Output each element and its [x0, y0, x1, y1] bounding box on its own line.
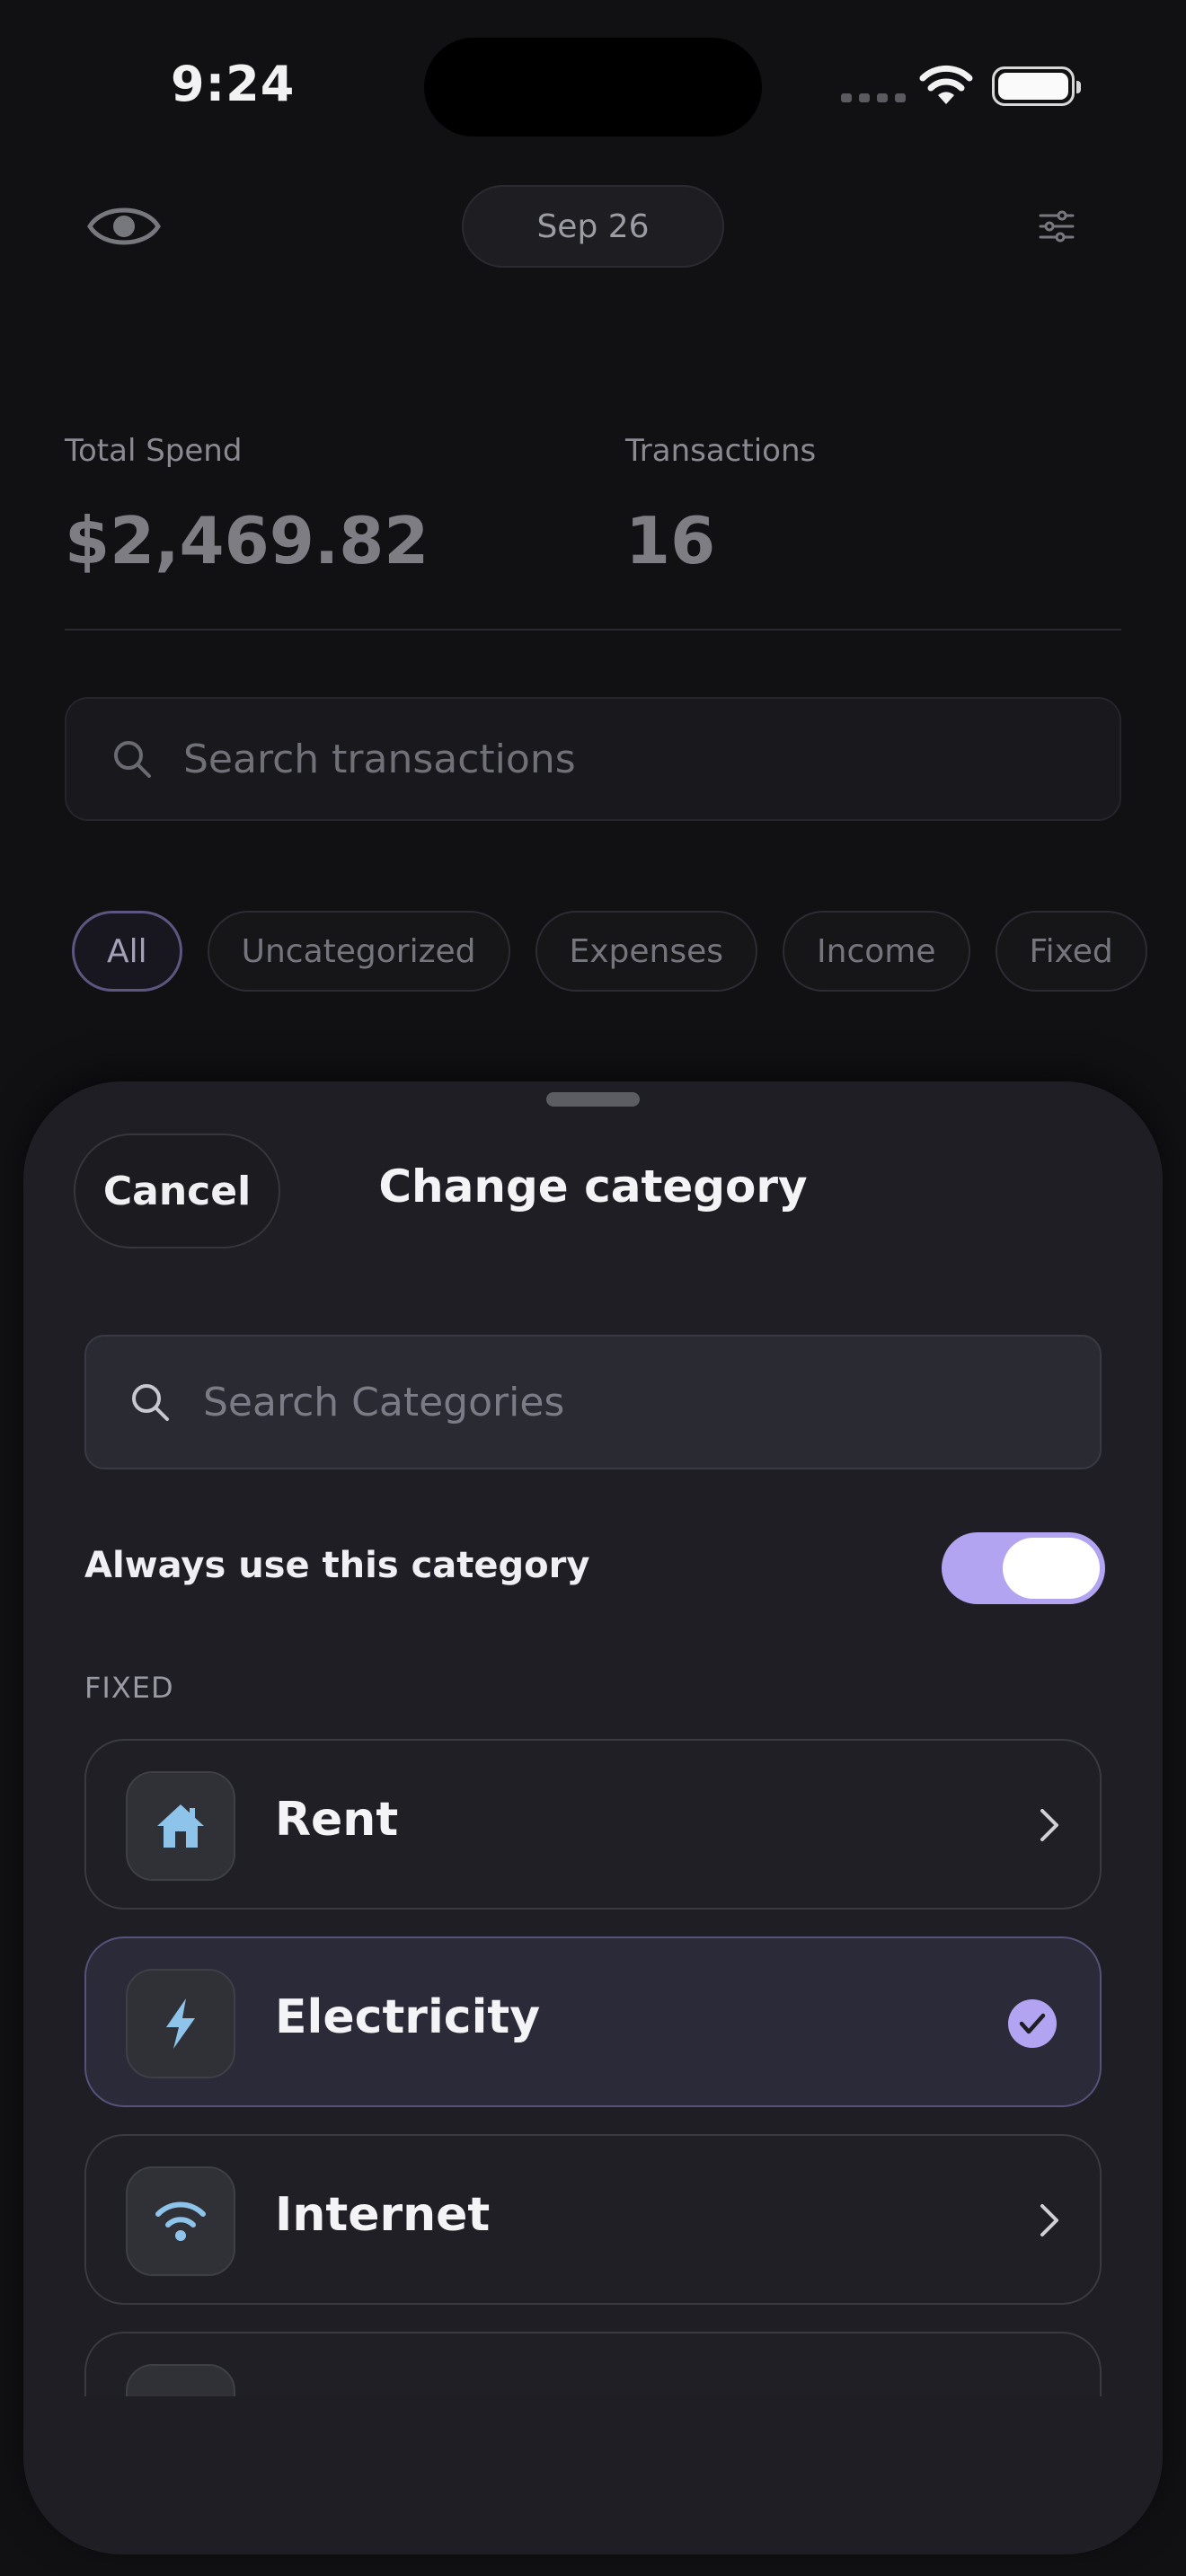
category-name: Internet — [275, 2188, 491, 2242]
status-time: 9:24 — [171, 56, 296, 112]
category-row-electricity[interactable]: Electricity — [84, 1936, 1102, 2107]
category-name: Rent — [275, 1793, 399, 1847]
house-icon — [126, 1771, 235, 1881]
sheet-bottom-mask — [23, 2396, 1163, 2554]
search-icon — [132, 1384, 169, 1421]
transactions-label: Transactions — [625, 433, 817, 469]
total-spend-value: $2,469.82 — [65, 503, 429, 578]
chip-expenses[interactable]: Expenses — [535, 911, 758, 992]
chevron-right-icon — [1040, 1809, 1058, 1841]
battery-icon — [992, 66, 1081, 106]
cancel-button[interactable]: Cancel — [74, 1134, 280, 1248]
section-label-fixed: FIXED — [84, 1671, 174, 1705]
total-spend-label: Total Spend — [65, 433, 243, 469]
category-search-input[interactable]: Search Categories — [84, 1335, 1102, 1469]
dynamic-island — [424, 38, 762, 137]
cellular-signal-icon — [841, 93, 906, 102]
always-use-toggle[interactable] — [942, 1532, 1105, 1604]
chip-all[interactable]: All — [72, 911, 182, 992]
transaction-search-input[interactable]: Search transactions — [65, 697, 1121, 821]
screen: 9:24 Sep 26 Total Spend $2,469.82 Transa… — [0, 0, 1186, 2576]
category-row-internet[interactable]: Internet — [84, 2134, 1102, 2305]
always-use-label: Always use this category — [84, 1545, 590, 1586]
search-placeholder: Search transactions — [183, 736, 576, 782]
chip-income[interactable]: Income — [783, 911, 970, 992]
toggle-knob — [1003, 1538, 1100, 1599]
chevron-right-icon — [1040, 2204, 1058, 2236]
chip-uncategorized[interactable]: Uncategorized — [207, 911, 510, 992]
chip-fixed[interactable]: Fixed — [995, 911, 1147, 992]
wifi-status-icon — [919, 65, 973, 104]
transactions-value: 16 — [625, 503, 716, 578]
bolt-icon — [126, 1969, 235, 2078]
category-name: Electricity — [275, 1990, 541, 2044]
divider — [65, 629, 1121, 631]
wifi-icon — [126, 2166, 235, 2276]
checkmark-icon — [1008, 1999, 1057, 2048]
sheet-grabber[interactable] — [546, 1092, 640, 1107]
sliders-icon[interactable] — [1039, 208, 1075, 244]
filter-chips: All Uncategorized Expenses Income Fixed — [72, 911, 1147, 992]
eye-icon[interactable] — [86, 199, 162, 253]
change-category-sheet: Change category Cancel Search Categories… — [23, 1081, 1163, 2554]
date-selector-button[interactable]: Sep 26 — [462, 185, 724, 268]
search-icon — [114, 741, 151, 778]
category-row-rent[interactable]: Rent — [84, 1739, 1102, 1910]
category-search-placeholder: Search Categories — [203, 1379, 565, 1425]
